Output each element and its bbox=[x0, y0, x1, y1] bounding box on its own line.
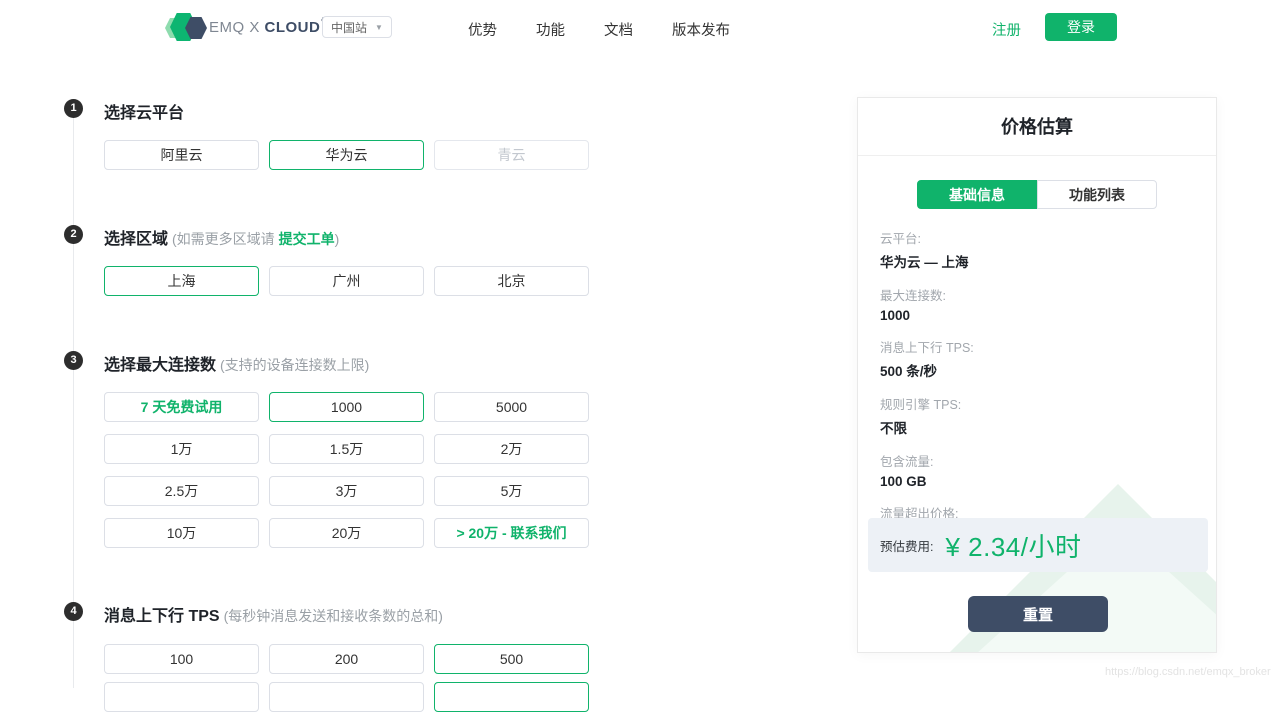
option-button[interactable]: > 20万 - 联系我们 bbox=[434, 518, 589, 548]
message-tps-options-partial-row bbox=[104, 682, 590, 712]
cloud-platform-options: 阿里云 华为云 青云 bbox=[104, 140, 590, 170]
detail-value: 1000 bbox=[880, 308, 911, 323]
option-button[interactable]: 1000 bbox=[269, 392, 424, 422]
option-button[interactable]: 5万 bbox=[434, 476, 589, 506]
register-link[interactable]: 注册 bbox=[992, 19, 1021, 40]
option-button[interactable]: 20万 bbox=[269, 518, 424, 548]
tab-basic-info[interactable]: 基础信息 bbox=[917, 180, 1037, 209]
step-title: 选择最大连接数 (支持的设备连接数上限) bbox=[104, 357, 370, 374]
option-button[interactable]: 3万 bbox=[269, 476, 424, 506]
detail-message-tps: 消息上下行 TPS: 500 条/秒 bbox=[880, 337, 974, 380]
option-button[interactable]: 200 bbox=[269, 644, 424, 674]
price-estimate-panel: 价格估算 基础信息 功能列表 云平台: 华为云 — 上海 最大连接数: 1000… bbox=[857, 97, 1217, 653]
estimated-price-bar: 预估费用: ¥ 2.34/小时 bbox=[868, 518, 1208, 572]
detail-label: 最大连接数: bbox=[880, 289, 946, 303]
option-button-partial[interactable] bbox=[104, 682, 259, 712]
top-navbar: EMQ X CLOUD 中国站 ▼ 优势 功能 文档 版本发布 注册 登录 bbox=[0, 0, 1280, 54]
option-button[interactable]: 7 天免费试用 bbox=[104, 392, 259, 422]
detail-label: 云平台: bbox=[880, 232, 921, 246]
max-connections-options: 7 天免费试用 1000 5000 1万 1.5万 2万 2.5万 3万 5万 … bbox=[104, 392, 590, 548]
submit-ticket-link[interactable]: 提交工单 bbox=[279, 231, 335, 247]
nav-item-releases[interactable]: 版本发布 bbox=[672, 19, 730, 40]
option-button[interactable]: 2万 bbox=[434, 434, 589, 464]
login-button[interactable]: 登录 bbox=[1045, 13, 1117, 41]
step-number-badge: 2 bbox=[64, 225, 83, 244]
nav-item-docs[interactable]: 文档 bbox=[604, 19, 633, 40]
estimated-price-label: 预估费用: bbox=[880, 539, 934, 554]
detail-rule-engine-tps: 规则引擎 TPS: 不限 bbox=[880, 394, 974, 437]
panel-title: 价格估算 bbox=[858, 98, 1216, 156]
brand-name: EMQ X CLOUD bbox=[209, 17, 328, 36]
option-button[interactable]: 广州 bbox=[269, 266, 424, 296]
step-title: 选择区域 (如需更多区域请 提交工单) bbox=[104, 231, 340, 248]
option-button[interactable]: 5000 bbox=[434, 392, 589, 422]
panel-tabs: 基础信息 功能列表 bbox=[917, 180, 1157, 209]
detail-label: 包含流量: bbox=[880, 455, 934, 469]
option-button[interactable]: 1.5万 bbox=[269, 434, 424, 464]
option-button[interactable]: 上海 bbox=[104, 266, 259, 296]
nav-item-advantages[interactable]: 优势 bbox=[468, 19, 497, 40]
option-button-partial[interactable] bbox=[269, 682, 424, 712]
region-options: 上海 广州 北京 bbox=[104, 266, 590, 296]
detail-label: 规则引擎 TPS: bbox=[880, 398, 962, 412]
step-number-badge: 1 bbox=[64, 99, 83, 118]
detail-value: 不限 bbox=[880, 421, 907, 436]
main-nav: 优势 功能 文档 版本发布 bbox=[468, 19, 730, 40]
detail-cloud-platform: 云平台: 华为云 — 上海 bbox=[880, 228, 974, 271]
region-selector-value: 中国站 bbox=[331, 20, 368, 35]
tab-feature-list[interactable]: 功能列表 bbox=[1037, 180, 1157, 209]
option-button[interactable]: 阿里云 bbox=[104, 140, 259, 170]
nav-item-features[interactable]: 功能 bbox=[536, 19, 565, 40]
detail-value: 100 GB bbox=[880, 474, 927, 489]
step-title: 消息上下行 TPS (每秒钟消息发送和接收条数的总和) bbox=[104, 608, 443, 625]
caret-down-icon: ▼ bbox=[375, 22, 383, 32]
step-number-badge: 3 bbox=[64, 351, 83, 370]
step-number-badge: 4 bbox=[64, 602, 83, 621]
detail-value: 华为云 — 上海 bbox=[880, 255, 969, 270]
detail-included-traffic: 包含流量: 100 GB bbox=[880, 451, 974, 489]
option-button[interactable]: 北京 bbox=[434, 266, 589, 296]
option-button[interactable]: 100 bbox=[104, 644, 259, 674]
estimated-price-value: ¥ 2.34/小时 bbox=[945, 531, 1082, 562]
option-button[interactable]: 2.5万 bbox=[104, 476, 259, 506]
option-button[interactable]: 华为云 bbox=[269, 140, 424, 170]
estimate-details: 云平台: 华为云 — 上海 最大连接数: 1000 消息上下行 TPS: 500… bbox=[880, 228, 974, 560]
step-connector-line bbox=[73, 108, 74, 688]
option-button[interactable]: 10万 bbox=[104, 518, 259, 548]
watermark-text: https://blog.csdn.net/emqx_broker bbox=[1105, 666, 1271, 678]
option-button[interactable]: 青云 bbox=[434, 140, 589, 170]
detail-value: 500 条/秒 bbox=[880, 364, 938, 379]
option-button[interactable]: 1万 bbox=[104, 434, 259, 464]
detail-label: 消息上下行 TPS: bbox=[880, 341, 974, 355]
reset-button[interactable]: 重置 bbox=[968, 596, 1108, 632]
option-button[interactable]: 500 bbox=[434, 644, 589, 674]
region-selector-dropdown[interactable]: 中国站 ▼ bbox=[322, 16, 392, 38]
message-tps-options: 100 200 500 bbox=[104, 644, 590, 674]
detail-max-connections: 最大连接数: 1000 bbox=[880, 285, 974, 323]
step-title: 选择云平台 bbox=[104, 105, 185, 122]
option-button-partial[interactable] bbox=[434, 682, 589, 712]
